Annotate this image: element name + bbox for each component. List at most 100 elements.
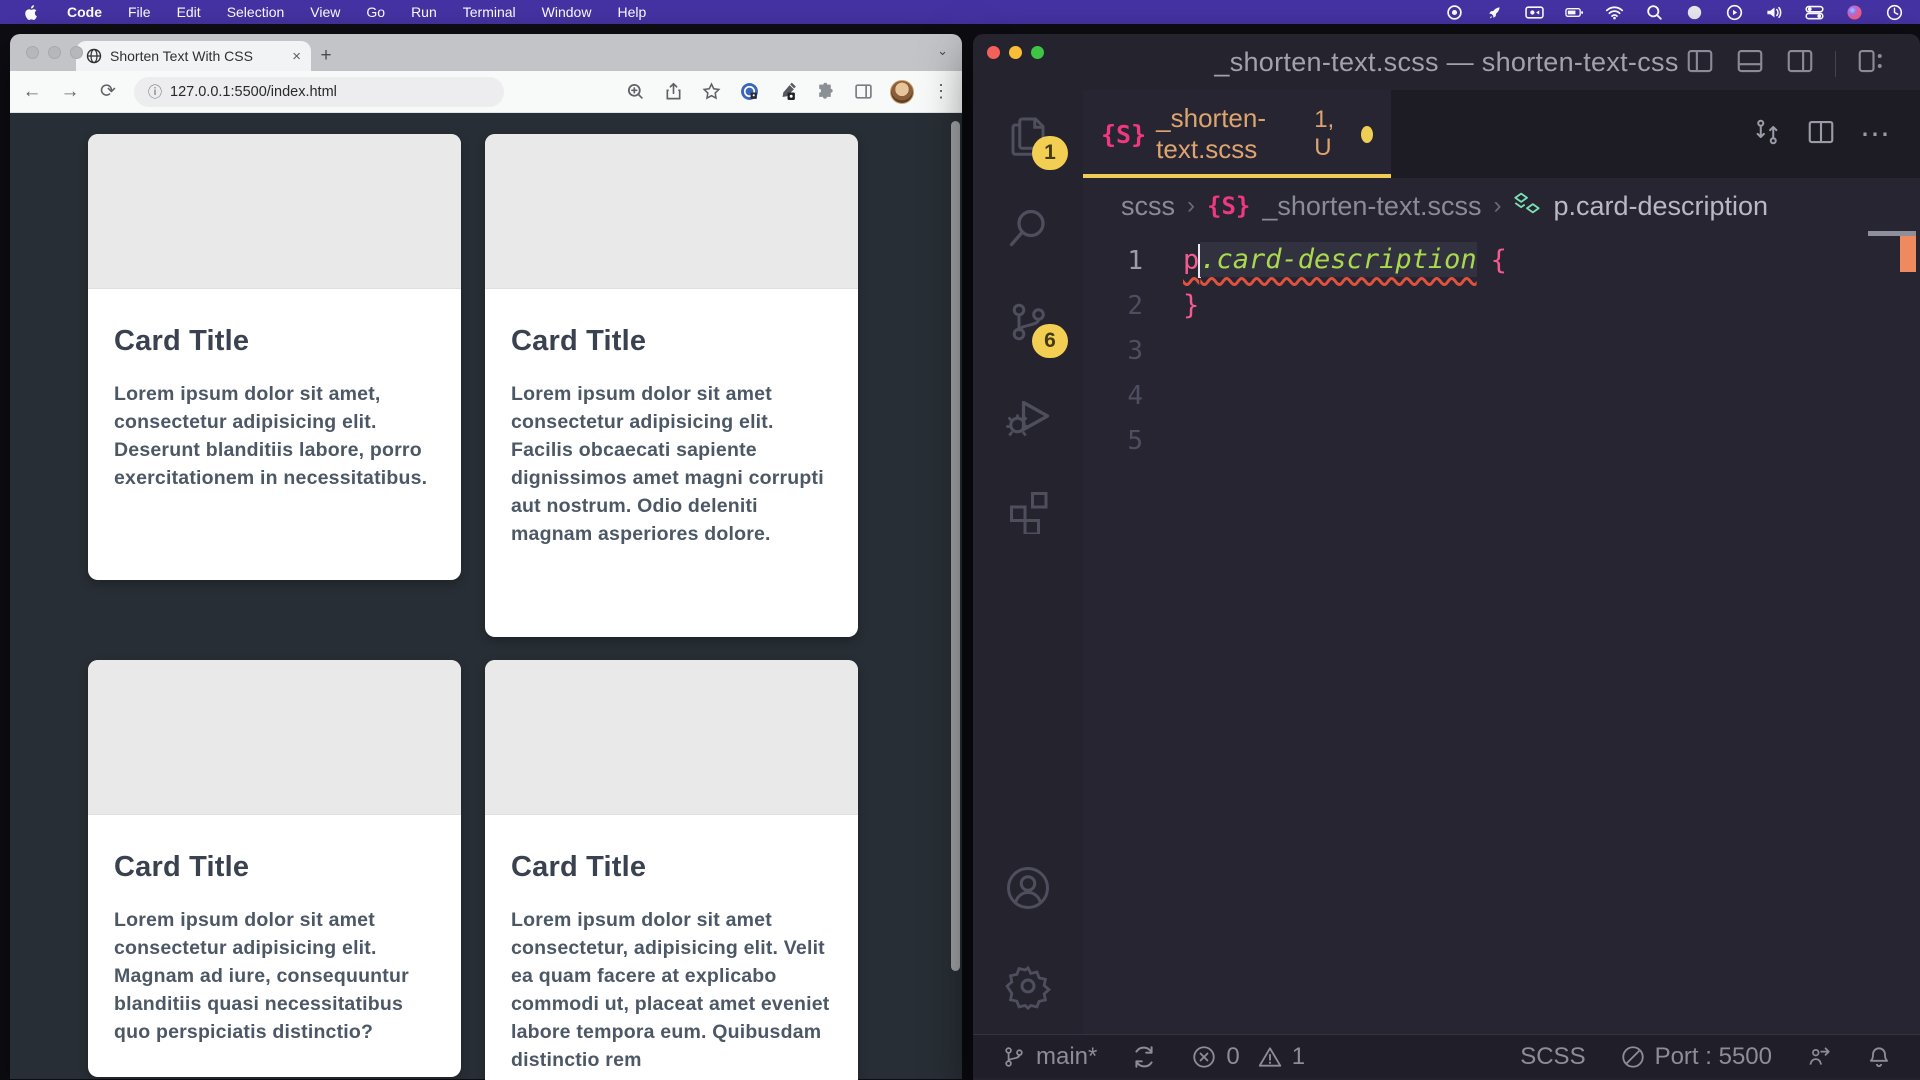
status-bar: main* 0 1 SCSS Port : 5500	[973, 1034, 1920, 1078]
card-description: Lorem ipsum dolor sit amet consectetur a…	[485, 358, 858, 574]
code-line[interactable]: 4	[1083, 373, 1920, 418]
breadcrumb-symbol[interactable]: p.card-description	[1553, 191, 1768, 222]
code-line[interactable]: 1 p.card-description{	[1083, 238, 1920, 283]
address-bar[interactable]: ⓘ 127.0.0.1:5500/index.html	[134, 77, 504, 107]
menu-item-edit[interactable]: Edit	[177, 4, 201, 20]
apple-logo-icon[interactable]	[22, 4, 41, 21]
browser-traffic-lights[interactable]	[26, 46, 83, 59]
card-description: Lorem ipsum dolor sit amet consectetur a…	[88, 884, 461, 1072]
zoom-page-icon[interactable]	[624, 81, 646, 103]
tab-file-name: _shorten-text.scss	[1156, 103, 1304, 165]
siri-icon[interactable]	[1845, 4, 1864, 21]
toggle-secondary-sidebar-icon[interactable]	[1785, 46, 1815, 81]
settings-gear-icon[interactable]	[996, 954, 1060, 1018]
breadcrumbs[interactable]: scss › {S} _shorten-text.scss › p.card-d…	[1083, 178, 1920, 234]
battery-icon[interactable]	[1565, 4, 1584, 21]
sass-file-icon: {S}	[1101, 120, 1146, 149]
accounts-icon[interactable]	[996, 856, 1060, 920]
browser-menu-icon[interactable]: ⋮	[930, 81, 952, 103]
breadcrumb-folder[interactable]: scss	[1121, 191, 1175, 222]
customize-layout-icon[interactable]	[1856, 46, 1886, 81]
menu-item-help[interactable]: Help	[617, 4, 646, 20]
split-editor-icon[interactable]	[1806, 117, 1836, 152]
unsaved-dot-icon[interactable]	[1361, 126, 1373, 143]
globe-favicon-icon	[86, 48, 102, 64]
page-scrollbar[interactable]	[951, 121, 960, 971]
git-branch-status[interactable]: main*	[1001, 1043, 1097, 1071]
rocket-icon[interactable]	[1485, 4, 1504, 21]
control-center-icon[interactable]	[1805, 4, 1824, 21]
menu-item-view[interactable]: View	[310, 4, 340, 20]
dot-icon[interactable]	[1685, 4, 1704, 21]
browser-tab[interactable]: Shorten Text With CSS ×	[76, 41, 311, 71]
code-editor[interactable]: 1 p.card-description{ 2 } 3 4 5	[1083, 234, 1920, 1036]
breadcrumb-file[interactable]: _shorten-text.scss	[1262, 191, 1481, 222]
circle-slash-icon	[1620, 1044, 1646, 1070]
card: Card Title Lorem ipsum dolor sit amet co…	[88, 660, 461, 1077]
menu-item-selection[interactable]: Selection	[227, 4, 285, 20]
menu-item-run[interactable]: Run	[411, 4, 437, 20]
toggle-primary-sidebar-icon[interactable]	[1685, 46, 1715, 81]
share-icon[interactable]	[662, 81, 684, 103]
sync-changes-button[interactable]	[1131, 1044, 1157, 1070]
minimize-window-button[interactable]	[48, 46, 61, 59]
browser-toolbar: ← → ⟳ ⓘ 127.0.0.1:5500/index.html ⋮	[10, 71, 962, 113]
play-circle-icon[interactable]	[1725, 4, 1744, 21]
menu-item-go[interactable]: Go	[366, 4, 385, 20]
zoom-window-button[interactable]	[70, 46, 83, 59]
back-button[interactable]: ←	[20, 81, 44, 103]
colorpicker-extension-icon[interactable]	[776, 81, 798, 103]
clock-icon[interactable]	[1885, 4, 1904, 21]
close-window-button[interactable]	[987, 46, 1000, 59]
reload-button[interactable]: ⟳	[96, 80, 120, 103]
editor-tab[interactable]: {S} _shorten-text.scss 1, U	[1083, 90, 1391, 178]
side-panel-icon[interactable]	[852, 81, 874, 103]
editor-actions-more-icon[interactable]: ⋯	[1860, 117, 1892, 152]
line-number: 5	[1083, 426, 1183, 456]
code-line[interactable]: 2 }	[1083, 283, 1920, 328]
code-line[interactable]: 3	[1083, 328, 1920, 373]
breadcrumb-separator: ›	[1187, 192, 1195, 220]
live-server-port[interactable]: Port : 5500	[1620, 1043, 1772, 1071]
forward-button[interactable]: →	[58, 81, 82, 103]
error-circle-icon	[1191, 1044, 1217, 1070]
profile-avatar[interactable]	[890, 80, 914, 104]
sync-icon	[1131, 1044, 1157, 1070]
bookmark-star-icon[interactable]	[700, 81, 722, 103]
explorer-icon[interactable]: 1	[996, 102, 1060, 166]
menu-item-terminal[interactable]: Terminal	[463, 4, 516, 20]
run-debug-icon[interactable]	[996, 384, 1060, 448]
vscode-traffic-lights[interactable]	[987, 46, 1044, 59]
compare-changes-icon[interactable]	[1752, 117, 1782, 152]
site-info-icon[interactable]: ⓘ	[148, 82, 162, 102]
language-mode[interactable]: SCSS	[1520, 1043, 1585, 1071]
code-token-tag: p	[1183, 244, 1199, 275]
new-tab-button[interactable]: +	[311, 41, 341, 71]
record-icon[interactable]	[1445, 4, 1464, 21]
tab-search-chevron-icon[interactable]: ⌄	[937, 43, 948, 59]
vscode-title-bar[interactable]: _shorten-text.scss — shorten-text-css	[973, 34, 1920, 90]
wifi-icon[interactable]	[1605, 4, 1624, 21]
branch-icon	[1001, 1044, 1027, 1070]
menu-item-file[interactable]: File	[128, 4, 151, 20]
volume-icon[interactable]	[1765, 4, 1784, 21]
spotlight-icon[interactable]	[1645, 4, 1664, 21]
feedback-icon[interactable]	[1806, 1044, 1832, 1070]
extensions-puzzle-icon[interactable]	[814, 81, 836, 103]
url-text[interactable]: 127.0.0.1:5500/index.html	[170, 84, 337, 100]
menu-app-name[interactable]: Code	[67, 4, 102, 20]
password-manager-icon[interactable]	[738, 81, 760, 103]
problems-status[interactable]: 0 1	[1191, 1043, 1305, 1071]
extensions-icon[interactable]	[996, 478, 1060, 542]
toggle-panel-icon[interactable]	[1735, 46, 1765, 81]
menu-item-window[interactable]: Window	[542, 4, 592, 20]
search-icon[interactable]	[996, 196, 1060, 260]
source-control-icon[interactable]: 6	[996, 290, 1060, 354]
close-window-button[interactable]	[26, 46, 39, 59]
minimize-window-button[interactable]	[1009, 46, 1022, 59]
code-line[interactable]: 5	[1083, 418, 1920, 463]
zoom-window-button[interactable]	[1031, 46, 1044, 59]
screen-record-icon[interactable]	[1525, 4, 1544, 21]
tab-close-icon[interactable]: ×	[292, 48, 301, 65]
notifications-bell-icon[interactable]	[1866, 1044, 1892, 1070]
